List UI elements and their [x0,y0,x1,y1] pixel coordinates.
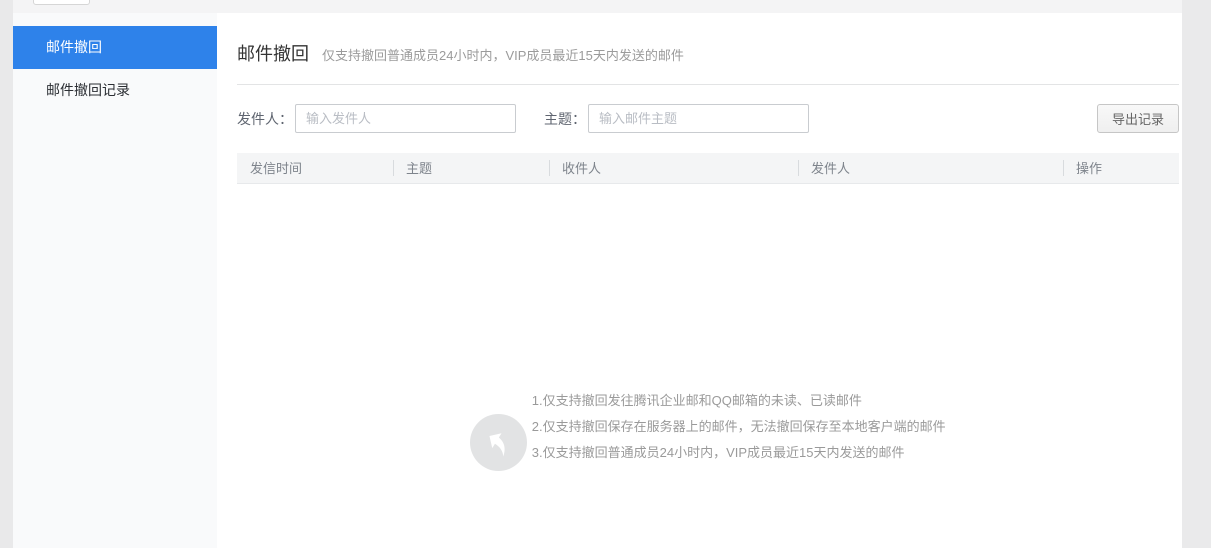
tip-line: 1.仅支持撤回发往腾讯企业邮和QQ邮箱的未读、已读邮件 [532,388,946,414]
subject-input[interactable] [588,104,809,133]
column-header-subject: 主题 [393,153,549,184]
sidebar-item-mail-recall[interactable]: 邮件撤回 [13,26,217,69]
content-panel: 邮件撤回 邮件撤回记录 邮件撤回 仅支持撤回普通成员24小时内，VIP成员最近1… [13,13,1182,548]
topbar-partial-control[interactable] [33,0,90,5]
right-gutter [1182,0,1211,548]
left-gutter [0,0,13,548]
main-content: 邮件撤回 仅支持撤回普通成员24小时内，VIP成员最近15天内发送的邮件 发件人… [217,13,1182,548]
recall-tips: 1.仅支持撤回发往腾讯企业邮和QQ邮箱的未读、已读邮件 2.仅支持撤回保存在服务… [532,388,946,466]
column-header-sender: 发件人 [798,153,1063,184]
subject-label: 主题： [544,109,586,129]
column-header-recipient: 收件人 [549,153,798,184]
page-subtitle: 仅支持撤回普通成员24小时内，VIP成员最近15天内发送的邮件 [322,45,684,64]
tip-line: 2.仅支持撤回保存在服务器上的邮件，无法撤回保存至本地客户端的邮件 [532,414,946,440]
page-title: 邮件撤回 [237,40,309,66]
tip-line: 3.仅支持撤回普通成员24小时内，VIP成员最近15天内发送的邮件 [532,440,946,466]
page-header: 邮件撤回 仅支持撤回普通成员24小时内，VIP成员最近15天内发送的邮件 [237,13,1179,85]
export-records-button[interactable]: 导出记录 [1097,104,1179,133]
sidebar: 邮件撤回 邮件撤回记录 [13,13,217,548]
undo-arrow-icon [470,414,527,471]
search-toolbar: 发件人： 主题： 导出记录 [237,104,1179,133]
column-header-send-time: 发信时间 [237,153,393,184]
top-band [13,0,1182,13]
sidebar-item-mail-recall-records[interactable]: 邮件撤回记录 [13,69,217,112]
sender-label: 发件人： [237,109,293,129]
column-header-actions: 操作 [1063,153,1179,184]
empty-state: 1.仅支持撤回发往腾讯企业邮和QQ邮箱的未读、已读邮件 2.仅支持撤回保存在服务… [237,364,1179,471]
sender-input[interactable] [295,104,516,133]
table-header-row: 发信时间 主题 收件人 发件人 操作 [237,153,1179,184]
